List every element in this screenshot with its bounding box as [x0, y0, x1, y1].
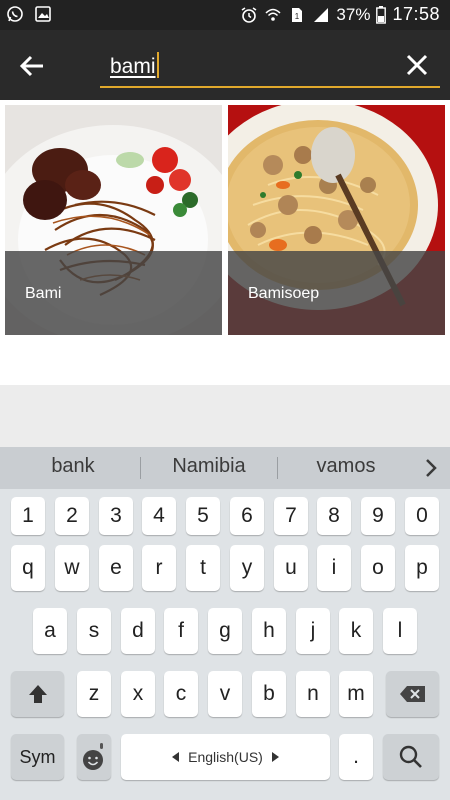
image-icon	[35, 6, 51, 22]
search-input[interactable]: bami	[110, 52, 159, 79]
status-bar: 1 37% 17:58	[0, 0, 450, 30]
key-h[interactable]: h	[252, 608, 286, 654]
search-field[interactable]: bami	[100, 50, 440, 88]
sym-key[interactable]: Sym	[11, 734, 64, 780]
suggestion-item[interactable]: bank	[8, 455, 138, 478]
whatsapp-icon	[7, 6, 23, 22]
emoji-icon	[83, 743, 103, 770]
search-icon	[399, 745, 422, 768]
key-6[interactable]: 6	[230, 497, 264, 535]
key-w[interactable]: w	[55, 545, 89, 591]
suggestion-item[interactable]: Namibia	[144, 455, 274, 478]
result-card-bamisoep[interactable]: Bamisoep	[228, 105, 445, 335]
shift-arrow-icon	[28, 685, 47, 703]
results-grid: Bami Bamisoep	[0, 100, 450, 385]
result-label: Bamisoep	[248, 285, 320, 302]
wifi-icon	[265, 8, 281, 21]
key-z[interactable]: z	[77, 671, 111, 717]
key-q[interactable]: q	[11, 545, 45, 591]
key-4[interactable]: 4	[142, 497, 176, 535]
chevron-right-icon[interactable]	[420, 455, 442, 481]
key-t[interactable]: t	[186, 545, 220, 591]
key-g[interactable]: g	[208, 608, 242, 654]
back-arrow-icon[interactable]	[14, 48, 50, 84]
empty-area	[0, 385, 450, 447]
key-i[interactable]: i	[317, 545, 351, 591]
key-a[interactable]: a	[33, 608, 67, 654]
result-label: Bami	[25, 285, 62, 302]
key-x[interactable]: x	[121, 671, 155, 717]
backspace-icon	[399, 686, 425, 702]
key-1[interactable]: 1	[11, 497, 45, 535]
soft-keyboard: bank Namibia vamos 1 2 3 4 5 6 7 8 9 0 q…	[0, 447, 450, 800]
text-cursor	[156, 52, 159, 78]
key-7[interactable]: 7	[274, 497, 308, 535]
key-n[interactable]: n	[296, 671, 330, 717]
suggestion-item[interactable]: vamos	[281, 455, 411, 478]
key-3[interactable]: 3	[99, 497, 133, 535]
key-b[interactable]: b	[252, 671, 286, 717]
sim-icon: 1	[292, 7, 303, 22]
key-d[interactable]: d	[121, 608, 155, 654]
space-key[interactable]: English(US)	[121, 734, 330, 780]
period-key[interactable]: .	[339, 734, 373, 780]
key-c[interactable]: c	[164, 671, 198, 717]
chevron-right-icon	[271, 752, 279, 762]
key-2[interactable]: 2	[55, 497, 89, 535]
key-8[interactable]: 8	[317, 497, 351, 535]
signal-icon	[314, 7, 329, 22]
divider	[140, 457, 141, 479]
battery-percent: 37%	[336, 4, 371, 24]
suggestion-bar: bank Namibia vamos	[0, 447, 450, 489]
backspace-key[interactable]	[386, 671, 439, 717]
alarm-icon	[241, 6, 257, 23]
clock: 17:58	[392, 4, 440, 24]
battery-icon	[376, 5, 387, 24]
search-app-bar: bami	[0, 30, 450, 100]
search-query-text: bami	[110, 55, 156, 78]
key-e[interactable]: e	[99, 545, 133, 591]
result-card-bami[interactable]: Bami	[5, 105, 222, 335]
chevron-left-icon	[172, 752, 180, 762]
key-s[interactable]: s	[77, 608, 111, 654]
key-u[interactable]: u	[274, 545, 308, 591]
close-icon[interactable]	[400, 48, 434, 82]
key-5[interactable]: 5	[186, 497, 220, 535]
emoji-voice-key[interactable]	[77, 734, 111, 780]
search-key[interactable]	[383, 734, 439, 780]
key-m[interactable]: m	[339, 671, 373, 717]
key-j[interactable]: j	[296, 608, 330, 654]
language-label: English(US)	[188, 749, 263, 765]
key-f[interactable]: f	[164, 608, 198, 654]
key-v[interactable]: v	[208, 671, 242, 717]
key-r[interactable]: r	[142, 545, 176, 591]
key-p[interactable]: p	[405, 545, 439, 591]
key-9[interactable]: 9	[361, 497, 395, 535]
key-l[interactable]: l	[383, 608, 417, 654]
key-k[interactable]: k	[339, 608, 373, 654]
shift-key[interactable]	[11, 671, 64, 717]
key-y[interactable]: y	[230, 545, 264, 591]
divider	[277, 457, 278, 479]
key-o[interactable]: o	[361, 545, 395, 591]
key-0[interactable]: 0	[405, 497, 439, 535]
svg-text:1: 1	[295, 12, 300, 21]
